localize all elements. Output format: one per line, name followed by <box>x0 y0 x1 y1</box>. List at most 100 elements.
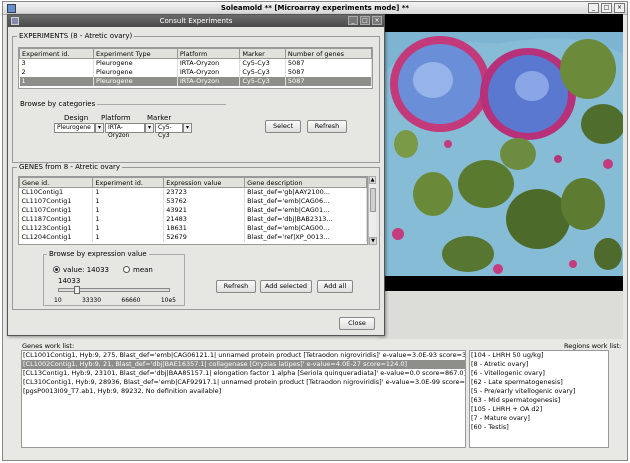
experiments-column-header[interactable]: Experiment id. <box>19 48 95 59</box>
regions-work-list-item[interactable]: [62 - Late spermatogenesis] <box>470 378 608 387</box>
minimize-button[interactable]: _ <box>588 3 599 13</box>
dialog-maximize-button[interactable]: □ <box>360 16 370 25</box>
genes-table-row[interactable]: CL1107Contig1 1 53762 Blast_def='emb|CAG06.… <box>19 196 367 206</box>
value-option-label: value: 14033 <box>63 266 109 274</box>
marker-combo[interactable]: Cy5-Cy3 <box>155 123 183 139</box>
experiments-table-row[interactable]: 2 Pleurogene IRTA-Oryzon Cy5-Cy3 5087 <box>19 67 372 77</box>
regions-work-list-item[interactable]: [7 - Mature ovary] <box>470 414 608 423</box>
genes-cell: Blast_def='emb|CAG01... <box>244 205 367 215</box>
design-dropdown-icon[interactable]: ▾ <box>95 123 104 133</box>
close-window-button[interactable]: × <box>614 3 625 13</box>
genes-work-list-label: Genes work list: <box>22 342 75 350</box>
genes-cell: 23723 <box>163 187 246 197</box>
experiments-cell: Pleurogene <box>93 67 178 77</box>
scroll-down-icon[interactable]: ▼ <box>369 237 377 245</box>
experiments-cell: Pleurogene <box>93 58 178 68</box>
experiments-table-row[interactable]: 3 Pleurogene IRTA-Oryzon Cy5-Cy3 5087 <box>19 58 372 68</box>
platform-label: Platform <box>101 114 131 122</box>
platform-combo[interactable]: IRTA-Oryzon <box>105 123 145 139</box>
add-all-button[interactable]: Add all <box>317 280 353 293</box>
genes-group: GENES from 8 - Atretic ovary Gene id. Exp… <box>12 163 380 310</box>
experiments-table: Experiment id. Experiment Type Platform Mar… <box>19 48 372 86</box>
genes-cell: CL10Contig1 <box>19 187 94 197</box>
experiments-column-header[interactable]: Number of genes <box>284 48 372 59</box>
experiments-column-header[interactable]: Experiment Type <box>93 48 178 59</box>
browse-expression-box: Browse by expression value value: 14033 … <box>43 250 185 306</box>
value-radio[interactable] <box>53 266 60 273</box>
value-radio-dot <box>55 268 58 271</box>
regions-work-list-item[interactable]: [8 - Atretic ovary] <box>470 360 608 369</box>
platform-dropdown-icon[interactable]: ▾ <box>145 123 154 133</box>
experiments-cell: Cy5-Cy3 <box>239 67 286 77</box>
add-selected-button[interactable]: Add selected <box>260 280 312 293</box>
genes-table-row[interactable]: CL10Contig1 1 23723 Blast_def='gb|AAY2100..… <box>19 187 367 197</box>
scroll-thumb[interactable] <box>370 188 376 212</box>
genes-cell: Blast_def='emb|CAG00... <box>244 223 367 233</box>
select-button[interactable]: Select <box>265 120 301 133</box>
genes-cell: 1 <box>92 205 165 215</box>
mean-radio[interactable] <box>123 266 130 273</box>
genes-table-row[interactable]: CL1123Contig1 1 18631 Blast_def='emb|CAG00.… <box>19 223 367 233</box>
genes-work-list-item[interactable]: [pgsP0013I09_T7.ab1, Hyb:9, 89232, No de… <box>22 387 465 396</box>
genes-table-row[interactable]: CL1204Contig1 1 52679 Blast_def='ref|XP_001… <box>19 232 367 242</box>
regions-work-list[interactable]: [104 - LHRH 50 ug/kg] [8 - Atretic ovary]… <box>469 350 609 448</box>
regions-work-list-item[interactable]: [105 - LHRH + OA d2] <box>470 405 608 414</box>
genes-column-header[interactable]: Gene id. <box>19 177 94 188</box>
dialog-title: Consult Experiments <box>159 17 233 25</box>
regions-work-list-item[interactable]: [104 - LHRH 50 ug/kg] <box>470 351 608 360</box>
regions-work-list-item[interactable]: [5 - Pre/early vitellogenic ovary] <box>470 387 608 396</box>
genes-cell: CL1107Contig1 <box>19 196 94 206</box>
browse-expression-label: Browse by expression value <box>47 250 149 258</box>
experiments-column-header[interactable]: Marker <box>239 48 286 59</box>
slider-ticks: 10 33330 66660 10e5 <box>54 297 176 304</box>
genes-scrollbar[interactable]: ▲ ▼ <box>368 176 377 245</box>
experiments-table-row[interactable]: 1 Pleurogene IRTA-Oryzon Cy5-Cy3 5087 <box>19 76 372 86</box>
refresh-genes-button[interactable]: Refresh <box>216 280 256 293</box>
genes-cell: 1 <box>92 196 165 206</box>
genes-work-list-item[interactable]: [CL310Contig1, Hyb:9, 28936, Blast_def='… <box>22 378 465 387</box>
tick-label: 10 <box>54 297 62 304</box>
genes-table-row[interactable]: CL1107Contig1 1 43921 Blast_def='emb|CAG01.… <box>19 205 367 215</box>
genes-column-header[interactable]: Gene description <box>244 177 367 188</box>
consult-experiments-dialog: Consult Experiments _ □ × EXPERIMENTS (8… <box>7 14 385 336</box>
experiments-cell: Cy5-Cy3 <box>239 76 286 86</box>
genes-work-list-item[interactable]: [CL1001Contig1, Hyb:9, 275, Blast_def='e… <box>22 351 465 360</box>
regions-work-list-item[interactable]: [6 - Vitellogenic ovary] <box>470 369 608 378</box>
scroll-up-icon[interactable]: ▲ <box>369 176 376 184</box>
refresh-button[interactable]: Refresh <box>307 120 347 133</box>
experiments-cell: 1 <box>19 76 95 86</box>
dialog-close-button[interactable]: × <box>372 16 382 25</box>
regions-work-list-item[interactable]: [60 - Testis] <box>470 423 608 432</box>
genes-work-list[interactable]: [CL1001Contig1, Hyb:9, 275, Blast_def='e… <box>21 350 466 448</box>
tissue-image <box>378 14 623 291</box>
experiments-cell: 2 <box>19 67 95 77</box>
experiments-cell: IRTA-Oryzon <box>177 67 241 77</box>
design-combo[interactable]: Pleurogene <box>54 123 95 133</box>
experiments-column-header[interactable]: Platform <box>176 48 241 59</box>
marker-dropdown-icon[interactable]: ▾ <box>183 123 192 133</box>
genes-cell: CL1187Contig1 <box>19 214 94 224</box>
slider-thumb[interactable] <box>73 286 80 294</box>
genes-cell: CL1123Contig1 <box>19 223 94 233</box>
slider-current-value: 14033 <box>58 277 81 285</box>
genes-cell: 1 <box>92 214 165 224</box>
experiments-cell: 5087 <box>285 58 372 68</box>
genes-cell: Blast_def='emb|CAG06... <box>244 196 367 206</box>
genes-column-header[interactable]: Experiment id. <box>92 177 165 188</box>
genes-table-row[interactable]: CL1187Contig1 1 21483 Blast_def='dbj|BAB231… <box>19 214 367 224</box>
genes-work-list-item[interactable]: [CL13Contig1, Hyb:9, 23101, Blast_def='d… <box>22 369 465 378</box>
genes-column-header[interactable]: Expression value <box>163 177 246 188</box>
close-button[interactable]: Close <box>339 317 375 330</box>
expression-slider[interactable] <box>58 286 170 294</box>
dialog-title-bar: Consult Experiments _ □ × <box>8 15 384 27</box>
tissue-image-panel[interactable] <box>378 14 623 291</box>
genes-work-list-item[interactable]: [CL1002Contig1, Hyb:9, 21, Blast_def='db… <box>22 360 465 369</box>
maximize-button[interactable]: □ <box>601 3 612 13</box>
experiments-cell: 5087 <box>285 67 372 77</box>
genes-cell: 1 <box>92 223 165 233</box>
experiments-cell: IRTA-Oryzon <box>177 76 241 86</box>
dialog-minimize-button[interactable]: _ <box>348 16 358 25</box>
regions-work-list-item[interactable]: [63 - Mid spermatogenesis] <box>470 396 608 405</box>
experiments-cell: Pleurogene <box>93 76 178 86</box>
experiments-cell: 5087 <box>285 76 372 86</box>
